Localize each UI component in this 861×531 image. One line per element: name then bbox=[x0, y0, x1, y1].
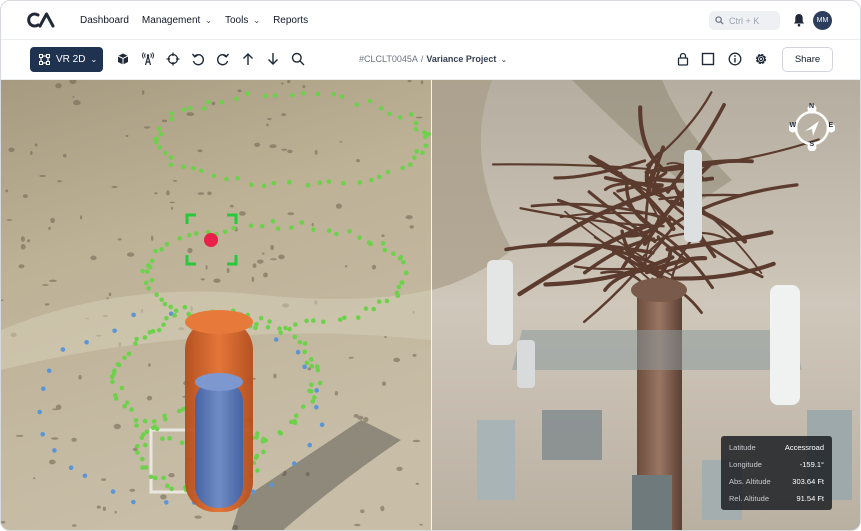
info-label: Longitude bbox=[729, 460, 762, 469]
info-value: Accessroad bbox=[784, 443, 824, 452]
chevron-down-icon: ⌄ bbox=[253, 15, 261, 25]
compass[interactable]: N E S W bbox=[788, 103, 836, 152]
nav-item-management[interactable]: Management ⌄ bbox=[142, 15, 212, 26]
satellite-3d-view[interactable] bbox=[1, 80, 431, 531]
search-input[interactable]: Ctrl + K bbox=[709, 11, 780, 30]
compass-w: W bbox=[789, 122, 797, 129]
info-row-rel-altitude: Rel. Altitude 91.54 Ft bbox=[729, 494, 824, 503]
frame-icon bbox=[39, 54, 50, 65]
arrow-up-icon[interactable] bbox=[241, 52, 255, 66]
nav-item-tools[interactable]: Tools ⌄ bbox=[225, 15, 260, 26]
view-mode-label: VR 2D bbox=[56, 54, 86, 65]
chevron-down-icon: ⌄ bbox=[205, 15, 212, 25]
square-icon[interactable] bbox=[701, 52, 715, 66]
antenna-icon[interactable] bbox=[141, 52, 155, 66]
terrain-canvas[interactable] bbox=[1, 80, 431, 531]
main-nav: Dashboard Management ⌄ Tools ⌄ Reports bbox=[80, 1, 321, 39]
avatar-initials: MM bbox=[816, 17, 829, 24]
project-name: Variance Project bbox=[426, 54, 497, 64]
info-value: -159.1° bbox=[799, 460, 824, 469]
info-row-abs-altitude: Abs. Altitude 303.64 Ft bbox=[729, 477, 824, 486]
location-info-panel: Latitude Accessroad Longitude -159.1° Ab… bbox=[721, 436, 832, 510]
cube-icon[interactable] bbox=[116, 52, 130, 66]
site-id: #CLCLT0045A bbox=[359, 54, 418, 64]
info-label: Latitude bbox=[729, 443, 756, 452]
crosshair-icon[interactable] bbox=[166, 52, 180, 66]
nav-label: Dashboard bbox=[80, 14, 129, 26]
compass-n: N bbox=[809, 103, 815, 110]
info-value: 91.54 Ft bbox=[796, 494, 824, 503]
compass-e: E bbox=[828, 122, 834, 129]
undo-icon[interactable] bbox=[191, 52, 205, 66]
arrow-down-icon[interactable] bbox=[266, 52, 280, 66]
info-icon[interactable] bbox=[728, 52, 742, 66]
info-label: Abs. Altitude bbox=[729, 477, 771, 486]
info-row-latitude: Latitude Accessroad bbox=[729, 443, 824, 452]
info-value: 303.64 Ft bbox=[792, 477, 824, 486]
app-window: Dashboard Management ⌄ Tools ⌄ Reports Ctr… bbox=[0, 0, 861, 531]
chevron-down-icon: ⌄ bbox=[90, 55, 98, 64]
nav-item-dashboard[interactable]: Dashboard bbox=[80, 15, 129, 26]
breadcrumb-separator: / bbox=[420, 54, 424, 64]
lock-icon[interactable] bbox=[676, 52, 690, 66]
redo-icon[interactable] bbox=[216, 52, 230, 66]
nav-label: Management bbox=[141, 14, 201, 26]
tower-model[interactable] bbox=[185, 310, 253, 512]
bell-icon[interactable] bbox=[793, 13, 805, 27]
share-label: Share bbox=[794, 54, 821, 65]
compass-s: S bbox=[809, 141, 815, 148]
view-mode-dropdown[interactable]: VR 2D ⌄ bbox=[30, 47, 103, 72]
search-placeholder: Ctrl + K bbox=[729, 15, 760, 26]
info-label: Rel. Altitude bbox=[729, 494, 770, 503]
chevron-down-icon: ⌄ bbox=[500, 54, 508, 64]
settings-icon[interactable] bbox=[754, 52, 768, 66]
share-button[interactable]: Share bbox=[782, 47, 833, 72]
avatar[interactable]: MM bbox=[813, 11, 832, 30]
info-row-longitude: Longitude -159.1° bbox=[729, 460, 824, 469]
nav-label: Tools bbox=[225, 14, 249, 26]
logo-icon[interactable] bbox=[27, 12, 55, 28]
search-icon[interactable] bbox=[291, 52, 305, 66]
top-navbar: Dashboard Management ⌄ Tools ⌄ Reports Ctr… bbox=[1, 1, 860, 40]
breadcrumb[interactable]: #CLCLT0045A / Variance Project ⌄ bbox=[359, 54, 507, 64]
search-icon bbox=[715, 16, 724, 25]
nav-label: Reports bbox=[273, 14, 309, 26]
nav-item-reports[interactable]: Reports bbox=[273, 15, 308, 26]
